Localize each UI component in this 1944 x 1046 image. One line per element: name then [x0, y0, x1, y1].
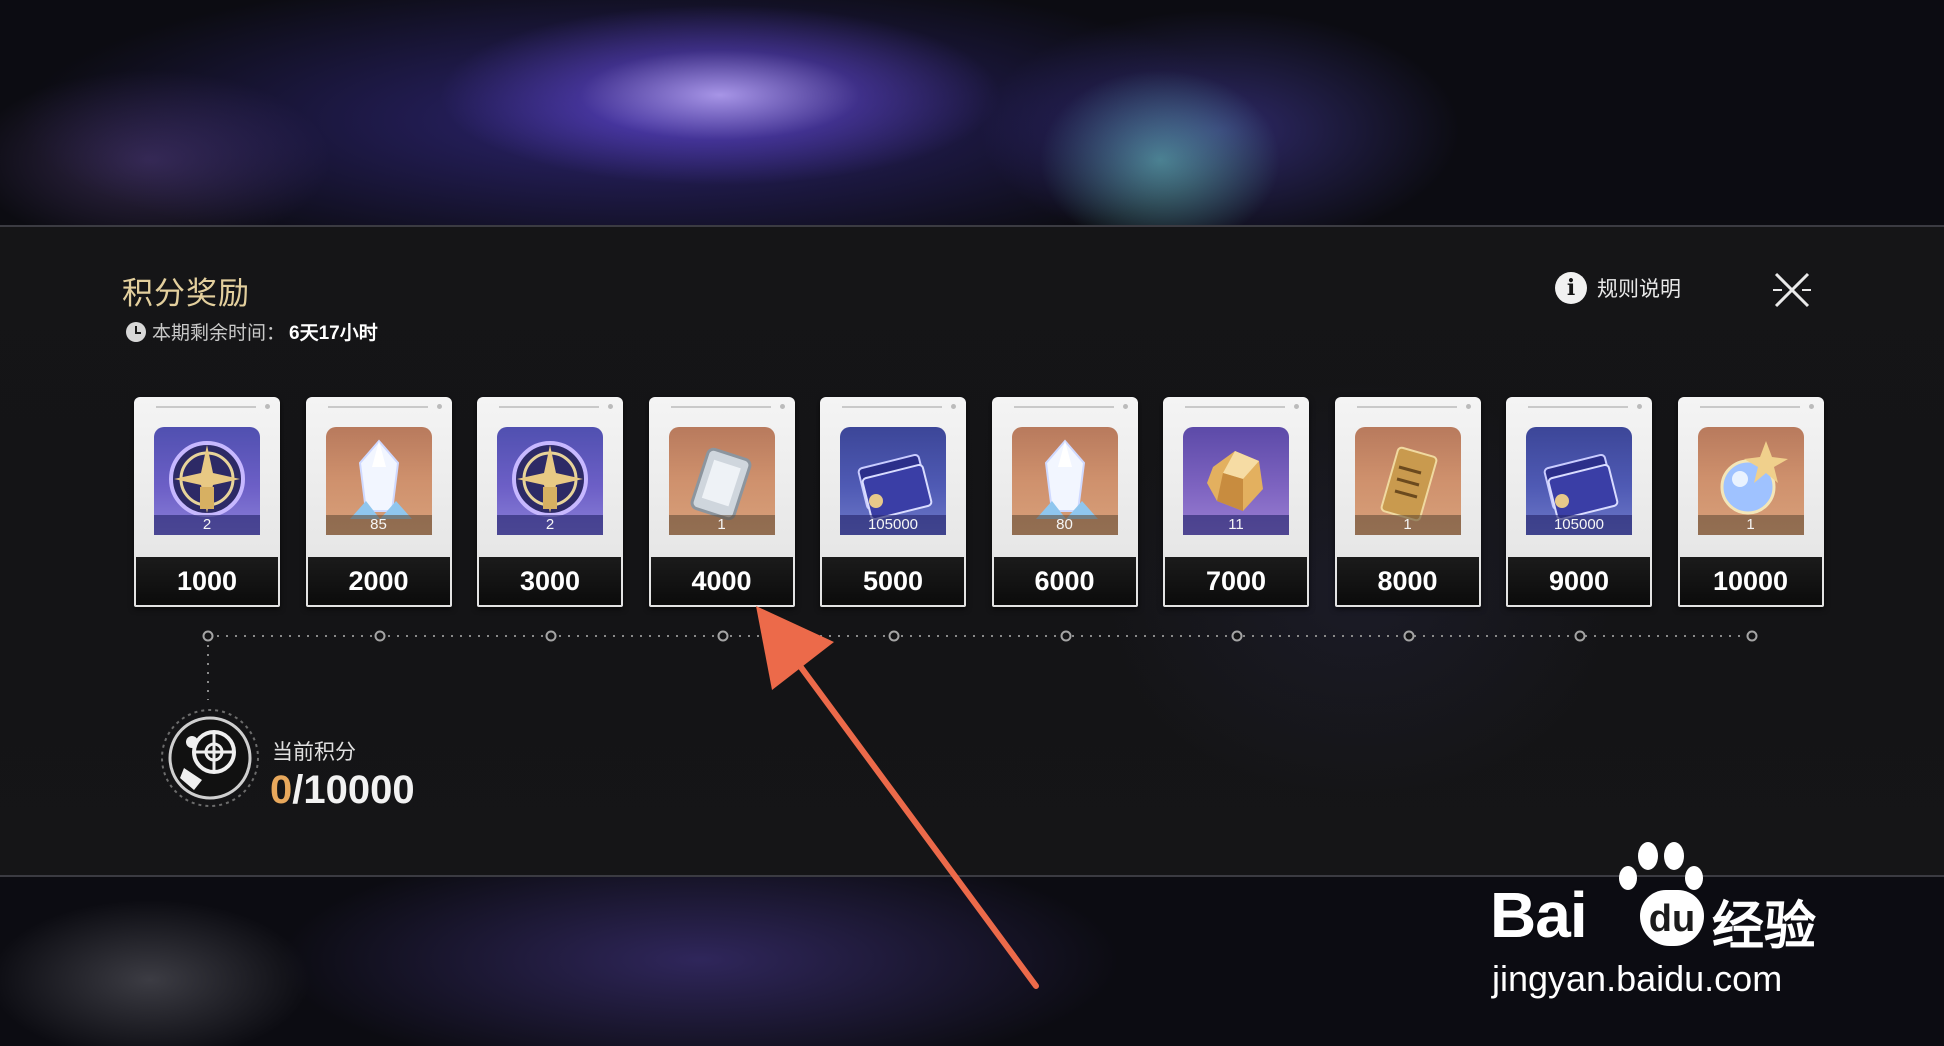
reward-quantity: 2	[497, 515, 603, 535]
reward-score-threshold: 2000	[307, 557, 450, 605]
card-top-dot	[265, 404, 270, 409]
track-node-icon	[1574, 630, 1586, 642]
card-top-line	[156, 406, 256, 408]
reward-quantity: 85	[325, 515, 432, 535]
reward-score-threshold: 7000	[1165, 557, 1307, 605]
card-top-dot	[1465, 404, 1471, 409]
reward-quantity: 1	[1354, 515, 1461, 535]
track-node-icon	[1231, 630, 1243, 642]
reward-score-threshold: 6000	[993, 557, 1136, 605]
card-top-line	[1013, 406, 1114, 408]
card-top-dot	[1637, 404, 1642, 409]
reward-score-threshold: 4000	[650, 557, 793, 605]
card-top-dot	[1294, 404, 1299, 409]
reward-quantity: 105000	[840, 515, 946, 535]
reward-quantity: 11	[1183, 515, 1289, 535]
card-top-line	[1356, 406, 1457, 408]
reward-quantity: 80	[1011, 515, 1118, 535]
track-node-icon	[545, 630, 557, 642]
reward-card[interactable]: 80 6000	[991, 397, 1138, 607]
score-badge-icon	[161, 709, 259, 807]
card-top-line	[670, 406, 771, 408]
card-top-dot	[1122, 404, 1128, 409]
reward-card[interactable]: 2 3000	[477, 397, 623, 607]
reward-score-threshold: 8000	[1336, 557, 1479, 605]
card-top-line	[1699, 406, 1800, 408]
track-node-icon	[1746, 630, 1757, 642]
reward-quantity: 1	[668, 515, 775, 535]
card-top-line	[1185, 406, 1285, 408]
track-node-icon	[717, 630, 728, 642]
track-node-icon	[202, 630, 214, 642]
watermark-brand-du: du	[1640, 890, 1704, 946]
reward-score-threshold: 1000	[136, 557, 278, 605]
card-top-dot	[1808, 404, 1814, 409]
card-top-line	[1528, 406, 1628, 408]
current-score: 0/10000	[270, 768, 415, 813]
card-top-dot	[779, 404, 785, 409]
reward-quantity: 105000	[1526, 515, 1632, 535]
card-top-line	[842, 406, 942, 408]
reward-score-threshold: 3000	[479, 557, 621, 605]
reward-card[interactable]: 2 1000	[134, 397, 280, 607]
card-top-dot	[436, 404, 442, 409]
reward-quantity: 1	[1697, 515, 1804, 535]
reward-card[interactable]: 1 8000	[1334, 397, 1481, 607]
current-score-label: 当前积分	[272, 741, 356, 764]
track-node-icon	[888, 630, 900, 642]
baidu-watermark: Bai du 经验 jingyan.baidu.com	[1490, 840, 1850, 1010]
reward-score-threshold: 9000	[1508, 557, 1650, 605]
current-score-max: /10000	[292, 768, 415, 812]
reward-card[interactable]: 85 2000	[305, 397, 452, 607]
reward-score-threshold: 10000	[1679, 557, 1822, 605]
reward-score-threshold: 5000	[822, 557, 964, 605]
reward-quantity: 2	[154, 515, 260, 535]
track-node-icon	[374, 630, 385, 642]
card-top-line	[499, 406, 599, 408]
track-node-icon	[1060, 630, 1071, 642]
card-top-dot	[608, 404, 613, 409]
watermark-brand-left: Bai	[1490, 879, 1588, 951]
reward-card[interactable]: 1 10000	[1677, 397, 1824, 607]
card-top-dot	[951, 404, 956, 409]
watermark-url: jingyan.baidu.com	[1492, 958, 1783, 999]
reward-card[interactable]: 105000 9000	[1506, 397, 1652, 607]
reward-card[interactable]: 1 4000	[648, 397, 795, 607]
reward-card[interactable]: 11 7000	[1163, 397, 1309, 607]
card-top-line	[327, 406, 428, 408]
reward-card[interactable]: 105000 5000	[820, 397, 966, 607]
watermark-brand-right: 经验	[1712, 898, 1817, 956]
track-node-icon	[1403, 630, 1414, 642]
current-score-value: 0	[270, 768, 293, 812]
